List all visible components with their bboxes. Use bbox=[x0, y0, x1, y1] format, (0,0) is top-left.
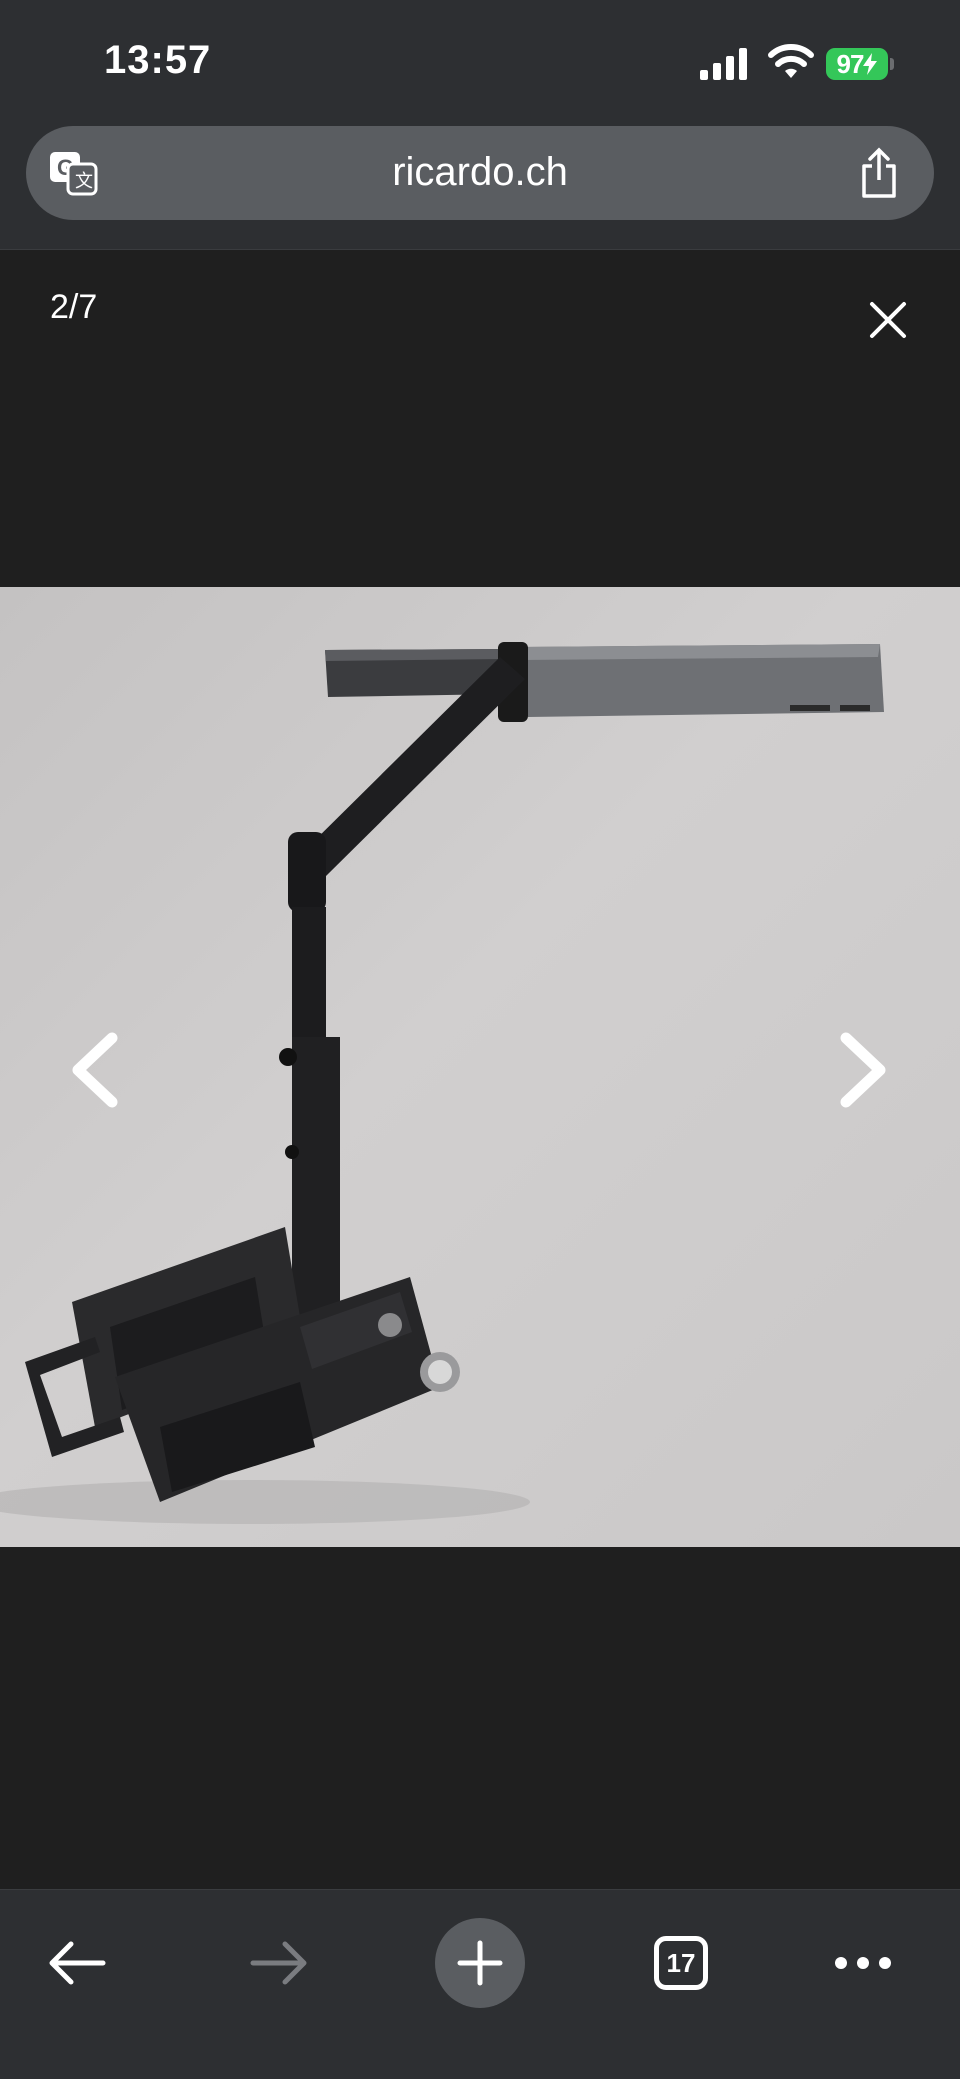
chevron-right-icon[interactable] bbox=[832, 1030, 892, 1110]
address-bar[interactable]: G 文 ricardo.ch bbox=[26, 126, 934, 220]
close-icon[interactable] bbox=[868, 300, 908, 340]
share-icon[interactable] bbox=[856, 146, 902, 200]
signal-icon bbox=[700, 48, 747, 80]
tab-count: 17 bbox=[666, 1947, 696, 1978]
lamp-photo-illustration bbox=[0, 642, 884, 1524]
charging-bolt-icon bbox=[863, 53, 878, 75]
plus-icon bbox=[457, 1940, 503, 1986]
wifi-icon bbox=[768, 44, 814, 78]
new-tab-button[interactable] bbox=[435, 1918, 525, 2008]
chevron-left-icon[interactable] bbox=[66, 1030, 126, 1110]
status-bar: 13:57 97 bbox=[0, 0, 960, 124]
battery-icon: 97 bbox=[826, 48, 888, 80]
more-icon bbox=[835, 1957, 891, 1969]
address-bar-area: G 文 ricardo.ch bbox=[0, 124, 960, 250]
tabs-icon: 17 bbox=[654, 1936, 708, 1990]
url-text[interactable]: ricardo.ch bbox=[26, 150, 934, 195]
bottom-toolbar: 17 bbox=[0, 1889, 960, 2079]
status-time: 13:57 bbox=[104, 38, 212, 82]
back-button[interactable] bbox=[32, 1918, 122, 2008]
more-button[interactable] bbox=[818, 1918, 908, 2008]
forward-arrow-icon bbox=[250, 1941, 307, 1985]
battery-level: 97 bbox=[836, 48, 865, 79]
battery-nub bbox=[890, 58, 894, 70]
forward-button[interactable] bbox=[234, 1918, 324, 2008]
tabs-button[interactable]: 17 bbox=[636, 1918, 726, 2008]
gallery-photo bbox=[0, 587, 960, 1547]
back-arrow-icon bbox=[49, 1941, 106, 1985]
image-counter: 2/7 bbox=[50, 288, 98, 326]
